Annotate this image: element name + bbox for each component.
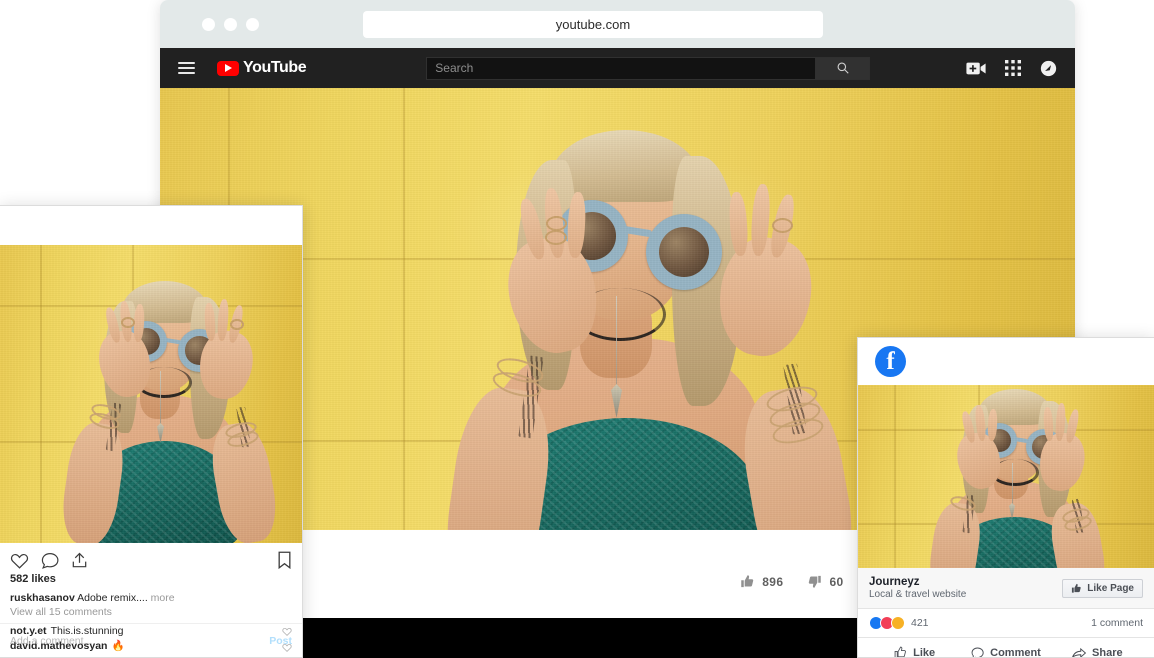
- facebook-comment-count[interactable]: 1 comment: [1091, 617, 1143, 629]
- instagram-view-all-comments[interactable]: View all 15 comments: [0, 605, 302, 618]
- youtube-header-actions: [966, 60, 1057, 77]
- hamburger-menu-icon[interactable]: [178, 62, 195, 74]
- post-comment-button[interactable]: Post: [269, 635, 292, 647]
- youtube-play-icon: [217, 60, 239, 76]
- facebook-logo-icon[interactable]: [875, 346, 906, 377]
- facebook-comment-label: Comment: [990, 646, 1041, 658]
- heart-icon[interactable]: [10, 552, 29, 569]
- share-icon[interactable]: [71, 552, 88, 569]
- thumbs-down-icon: [809, 575, 822, 588]
- youtube-logo-text: YouTube: [243, 59, 307, 76]
- instagram-card-header: [0, 206, 302, 245]
- instagram-caption: ruskhasanov Adobe remix.... more: [0, 585, 302, 605]
- window-zoom-button[interactable]: [246, 17, 259, 31]
- search-button[interactable]: [816, 56, 871, 80]
- instagram-card: 582 likes ruskhasanov Adobe remix.... mo…: [0, 205, 303, 658]
- search-icon: [837, 62, 849, 74]
- like-page-button[interactable]: Like Page: [1062, 578, 1143, 598]
- dislike-count: 60: [829, 574, 844, 589]
- apps-grid-icon[interactable]: [1005, 60, 1021, 76]
- facebook-reaction-row: 421 1 comment: [858, 609, 1154, 637]
- instagram-caption-more[interactable]: more: [151, 592, 175, 604]
- reaction-wow-icon: [891, 616, 905, 630]
- facebook-share-label: Share: [1092, 646, 1123, 658]
- share-arrow-icon: [1072, 647, 1087, 657]
- like-count: 896: [762, 574, 784, 589]
- youtube-logo[interactable]: YouTube: [217, 59, 307, 77]
- create-video-icon[interactable]: [966, 61, 986, 76]
- like-button[interactable]: 896: [740, 574, 783, 589]
- instagram-caption-username[interactable]: ruskhasanov: [10, 592, 75, 604]
- instagram-action-row: [0, 543, 302, 573]
- search-input[interactable]: Search: [426, 56, 817, 80]
- facebook-post-image[interactable]: [858, 385, 1154, 568]
- facebook-page-bar: Journeyz Local & travel website Like Pag…: [858, 568, 1154, 609]
- facebook-card: Journeyz Local & travel website Like Pag…: [857, 337, 1154, 658]
- instagram-add-comment-row: Add a comment... Post: [0, 623, 302, 657]
- search-placeholder: Search: [435, 61, 474, 75]
- reaction-icons[interactable]: [869, 616, 905, 630]
- comment-bubble-icon: [971, 647, 984, 657]
- screenshot-root: youtube.com YouTube Search 896 60 582 li…: [0, 0, 1154, 658]
- instagram-caption-text: Adobe remix....: [77, 592, 148, 604]
- comment-icon[interactable]: [41, 552, 59, 569]
- facebook-card-header: [858, 338, 1154, 385]
- youtube-search-group: Search: [426, 56, 871, 80]
- instagram-like-count: 582 likes: [10, 573, 56, 585]
- facebook-reaction-count: 421: [911, 617, 929, 629]
- dislike-button[interactable]: 60: [807, 574, 843, 589]
- window-minimize-button[interactable]: [224, 17, 237, 31]
- facebook-like-button[interactable]: Like: [869, 646, 960, 658]
- youtube-header: YouTube Search: [160, 48, 1075, 88]
- window-traffic-lights[interactable]: [202, 17, 259, 31]
- browser-chrome-bar: youtube.com: [160, 0, 1075, 48]
- account-icon[interactable]: [1040, 60, 1057, 77]
- address-bar-url: youtube.com: [555, 16, 631, 32]
- address-bar[interactable]: youtube.com: [363, 10, 823, 38]
- bookmark-icon[interactable]: [277, 551, 292, 569]
- facebook-action-row: Like Comment Share: [858, 637, 1154, 658]
- facebook-page-subtitle: Local & travel website: [869, 588, 967, 600]
- facebook-comment-button[interactable]: Comment: [960, 646, 1051, 658]
- thumbs-up-icon: [1072, 583, 1081, 593]
- thumbs-up-icon: [894, 646, 907, 657]
- like-page-label: Like Page: [1087, 582, 1134, 594]
- facebook-share-button[interactable]: Share: [1052, 646, 1143, 658]
- thumbs-up-icon: [741, 575, 754, 588]
- instagram-post-image[interactable]: [0, 245, 302, 543]
- add-comment-input[interactable]: Add a comment...: [10, 635, 92, 647]
- facebook-page-name[interactable]: Journeyz: [869, 575, 966, 589]
- facebook-like-label: Like: [913, 646, 936, 658]
- window-close-button[interactable]: [202, 17, 215, 31]
